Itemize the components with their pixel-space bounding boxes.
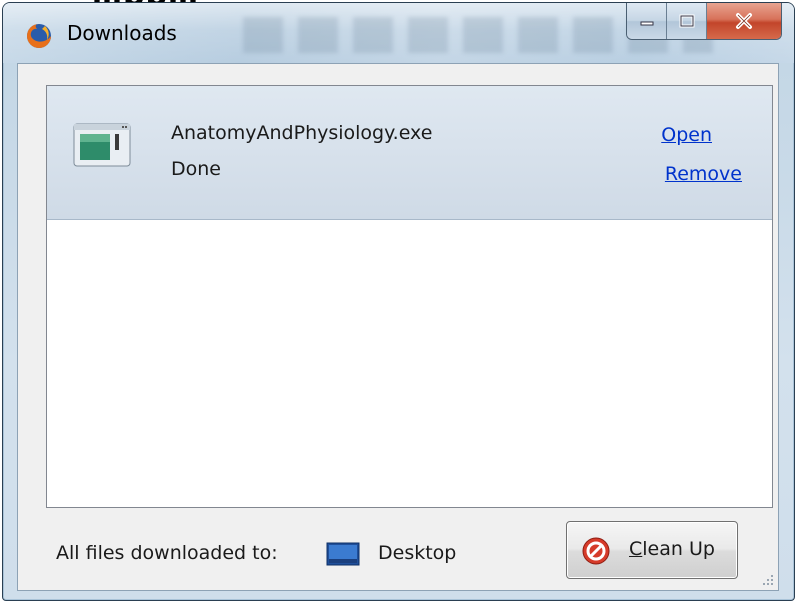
- download-location-label: All files downloaded to:: [56, 542, 278, 564]
- download-item[interactable]: AnatomyAndPhysiology.exe Done Open Remov…: [47, 86, 772, 220]
- maximize-button[interactable]: [667, 3, 707, 39]
- close-icon: [736, 13, 752, 29]
- executable-file-icon: [73, 123, 131, 167]
- no-entry-icon: [582, 537, 610, 565]
- resize-grip-icon[interactable]: [760, 572, 774, 586]
- clean-up-button[interactable]: Clean Up: [566, 521, 738, 579]
- downloads-window: Downloads AnatomyAndPhysiology.exe Done …: [2, 2, 795, 601]
- window-controls: [626, 3, 782, 40]
- title-bar[interactable]: Downloads: [3, 3, 794, 63]
- close-button[interactable]: [707, 3, 781, 39]
- file-name: AnatomyAndPhysiology.exe: [171, 122, 433, 144]
- clean-up-label-rest: lean Up: [642, 538, 715, 560]
- remove-link[interactable]: Remove: [665, 163, 742, 185]
- downloads-list[interactable]: AnatomyAndPhysiology.exe Done Open Remov…: [46, 85, 773, 508]
- clean-up-label: Clean Up: [629, 538, 715, 560]
- open-link[interactable]: Open: [661, 124, 712, 146]
- minimize-button[interactable]: [627, 3, 667, 39]
- firefox-icon: [27, 24, 51, 48]
- clean-up-mnemonic: C: [629, 538, 643, 560]
- download-status: Done: [171, 158, 221, 180]
- desktop-icon: [326, 542, 360, 566]
- window-title: Downloads: [67, 21, 177, 45]
- downloads-panel: AnatomyAndPhysiology.exe Done Open Remov…: [17, 63, 779, 591]
- maximize-icon: [679, 14, 694, 28]
- minimize-icon: [640, 21, 653, 26]
- download-folder-name[interactable]: Desktop: [378, 542, 456, 564]
